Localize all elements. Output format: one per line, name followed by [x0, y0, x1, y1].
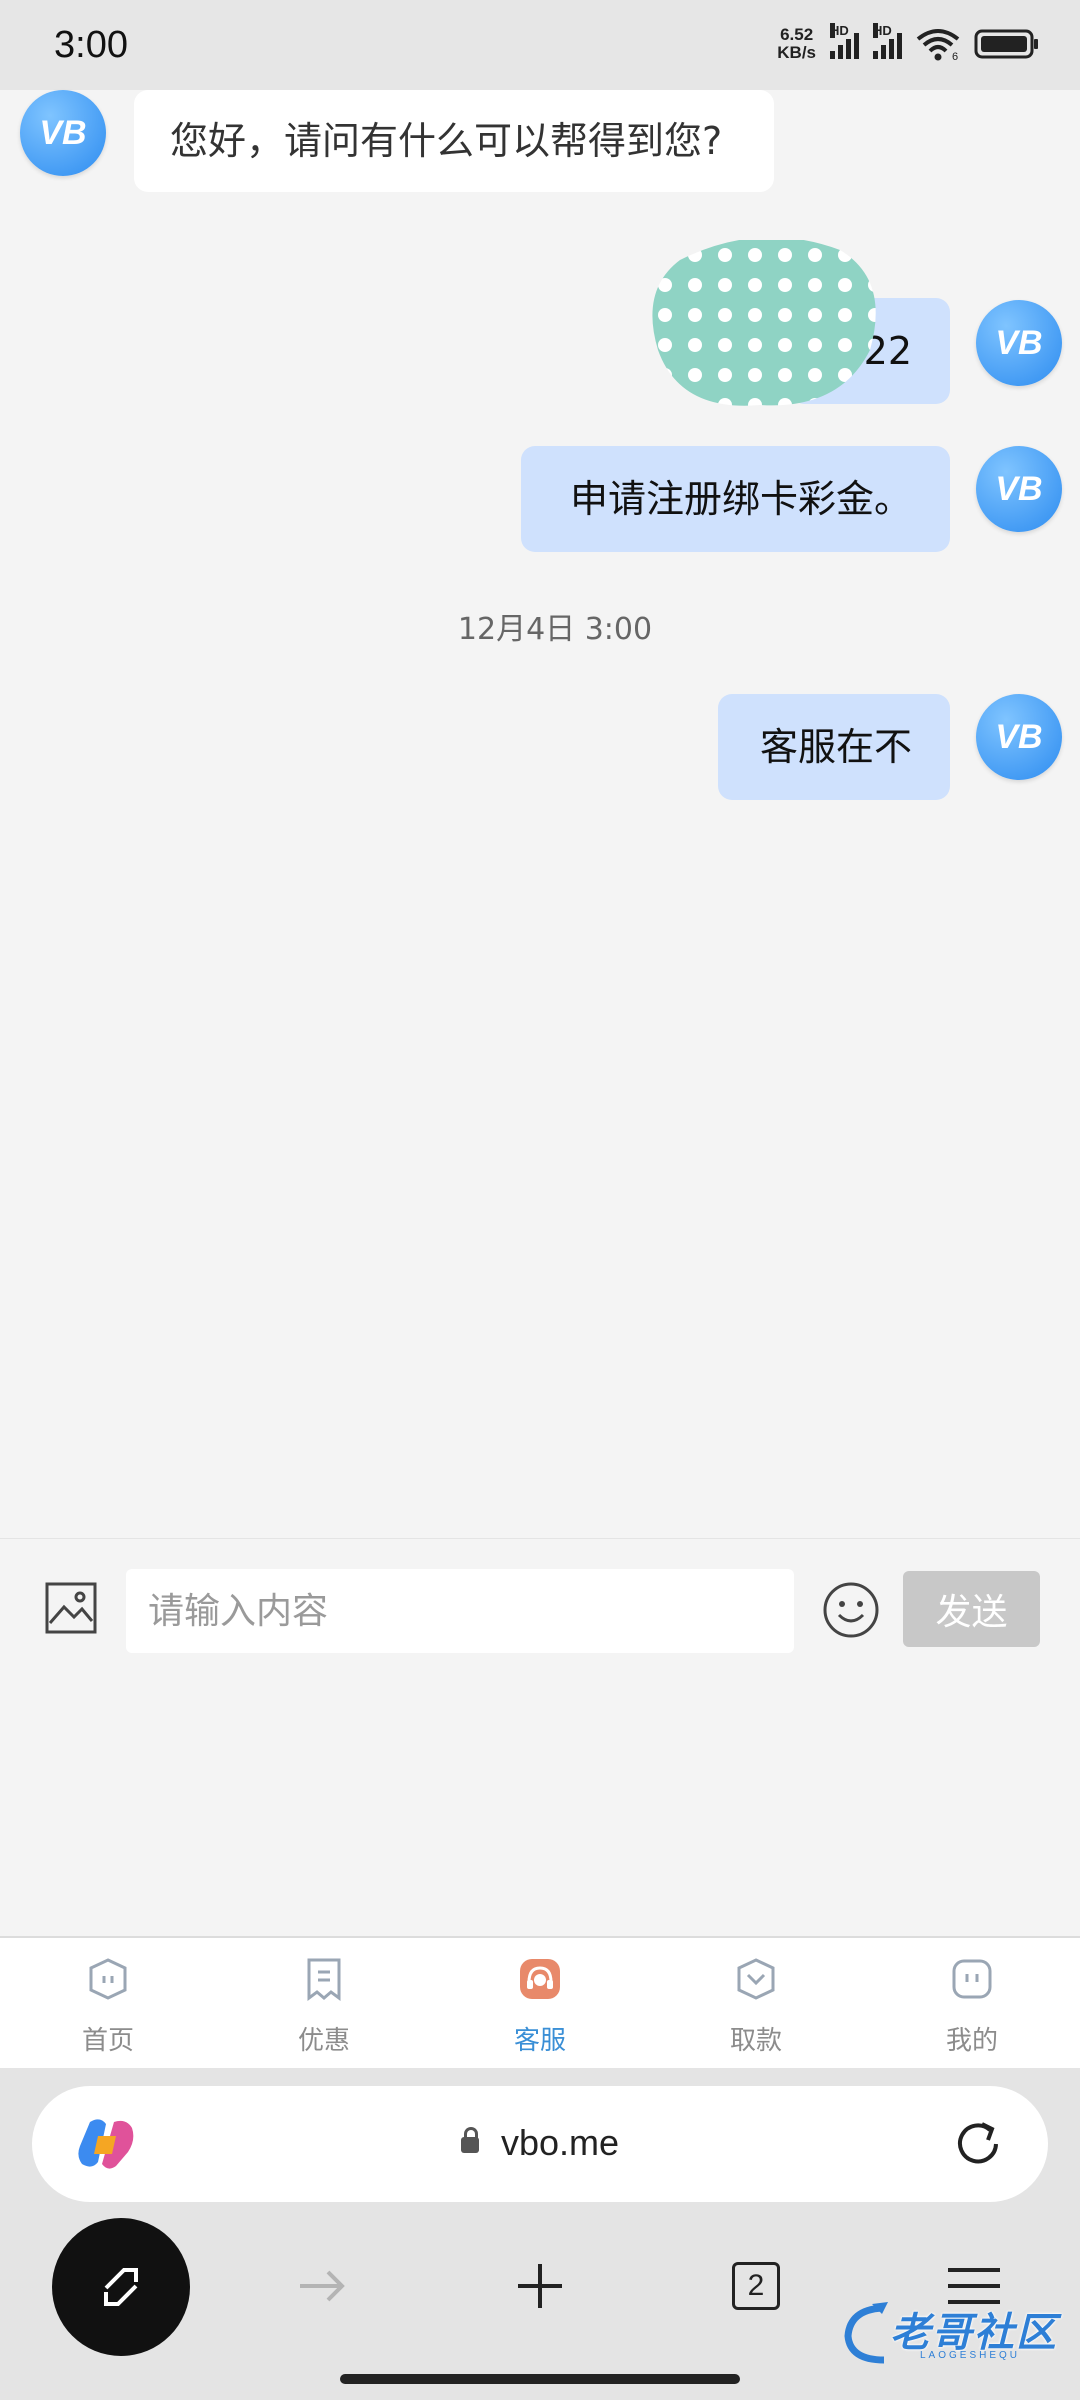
status-time: 3:00 — [54, 24, 128, 66]
network-speed: 6.52 KB/s — [777, 25, 816, 62]
user-avatar: VB — [976, 446, 1062, 532]
tab-label: 优惠 — [297, 2026, 350, 2056]
watermark-subtext: LAOGESHEQU — [920, 2350, 1021, 2361]
customer-service-icon — [520, 1959, 560, 1999]
agent-avatar: VB — [20, 90, 106, 176]
withdraw-icon — [737, 1958, 775, 2000]
lock-icon — [460, 2127, 479, 2154]
bottom-tab-bar: 首页 优惠 客服 取款 我的 — [0, 1936, 1080, 2068]
message-bubble: 您好，请问有什么可以帮得到您? — [134, 90, 774, 192]
watermark: 老哥社区 LAOGESHEQU — [842, 2300, 1072, 2370]
home-indicator[interactable] — [340, 2374, 740, 2384]
battery-icon — [974, 29, 1038, 59]
tab-customer-service[interactable]: 客服 — [432, 1938, 648, 2068]
emoji-icon[interactable] — [822, 1581, 880, 1639]
sync-icon — [104, 2268, 138, 2306]
message-timestamp: 12月4日 3:00 — [457, 612, 653, 647]
tab-label: 我的 — [945, 2026, 998, 2056]
tab-switcher-button[interactable]: 2 — [732, 2262, 780, 2310]
tab-withdraw[interactable]: 取款 — [648, 1938, 864, 2068]
status-bar: 3:00 6.52 KB/s HD HD 6 — [0, 0, 1080, 90]
message-input[interactable] — [126, 1569, 794, 1653]
sync-button[interactable] — [52, 2218, 190, 2356]
user-avatar: VB — [976, 694, 1062, 780]
signal-1-icon: HD — [830, 23, 859, 59]
svg-text:6: 6 — [952, 51, 958, 61]
chat-area[interactable]: VB 您好，请问有什么可以帮得到您? 22 VB 申请注册绑卡彩金。 VB 12… — [0, 90, 1080, 1538]
new-tab-icon[interactable] — [512, 2258, 568, 2314]
url-text: vbo.me — [500, 2122, 620, 2163]
tab-label: 首页 — [81, 2026, 134, 2056]
forward-arrow-icon[interactable] — [294, 2258, 350, 2314]
url-display[interactable]: vbo.me — [32, 2122, 1048, 2164]
reload-icon[interactable] — [952, 2118, 1004, 2170]
tab-promotions[interactable]: 优惠 — [216, 1938, 432, 2068]
send-button[interactable]: 发送 — [903, 1571, 1040, 1647]
status-icons: 6.52 KB/s HD HD 6 — [777, 23, 1040, 62]
address-bar[interactable]: vbo.me — [32, 2086, 1048, 2202]
tab-label: 取款 — [729, 2026, 782, 2056]
signal-2-icon: HD — [873, 23, 902, 59]
home-icon — [89, 1958, 127, 2000]
tab-home[interactable]: 首页 — [0, 1938, 216, 2068]
promo-icon — [307, 1958, 341, 2001]
tab-profile[interactable]: 我的 — [864, 1938, 1080, 2068]
message-text: 申请注册绑卡彩金。 — [569, 477, 912, 521]
message-text: 您好，请问有什么可以帮得到您? — [170, 119, 723, 163]
polka-dot-sticker — [652, 240, 876, 406]
tab-label: 客服 — [513, 2026, 566, 2056]
profile-icon — [952, 1959, 992, 1999]
message-bubble: 客服在不 — [718, 694, 950, 800]
image-upload-icon[interactable] — [44, 1581, 98, 1635]
message-bubble: 申请注册绑卡彩金。 — [521, 446, 950, 552]
message-text: 客服在不 — [759, 725, 912, 769]
message-input-bar: 发送 — [0, 1538, 1080, 1936]
wifi-icon: 6 — [916, 29, 960, 61]
user-avatar: VB — [976, 300, 1062, 386]
